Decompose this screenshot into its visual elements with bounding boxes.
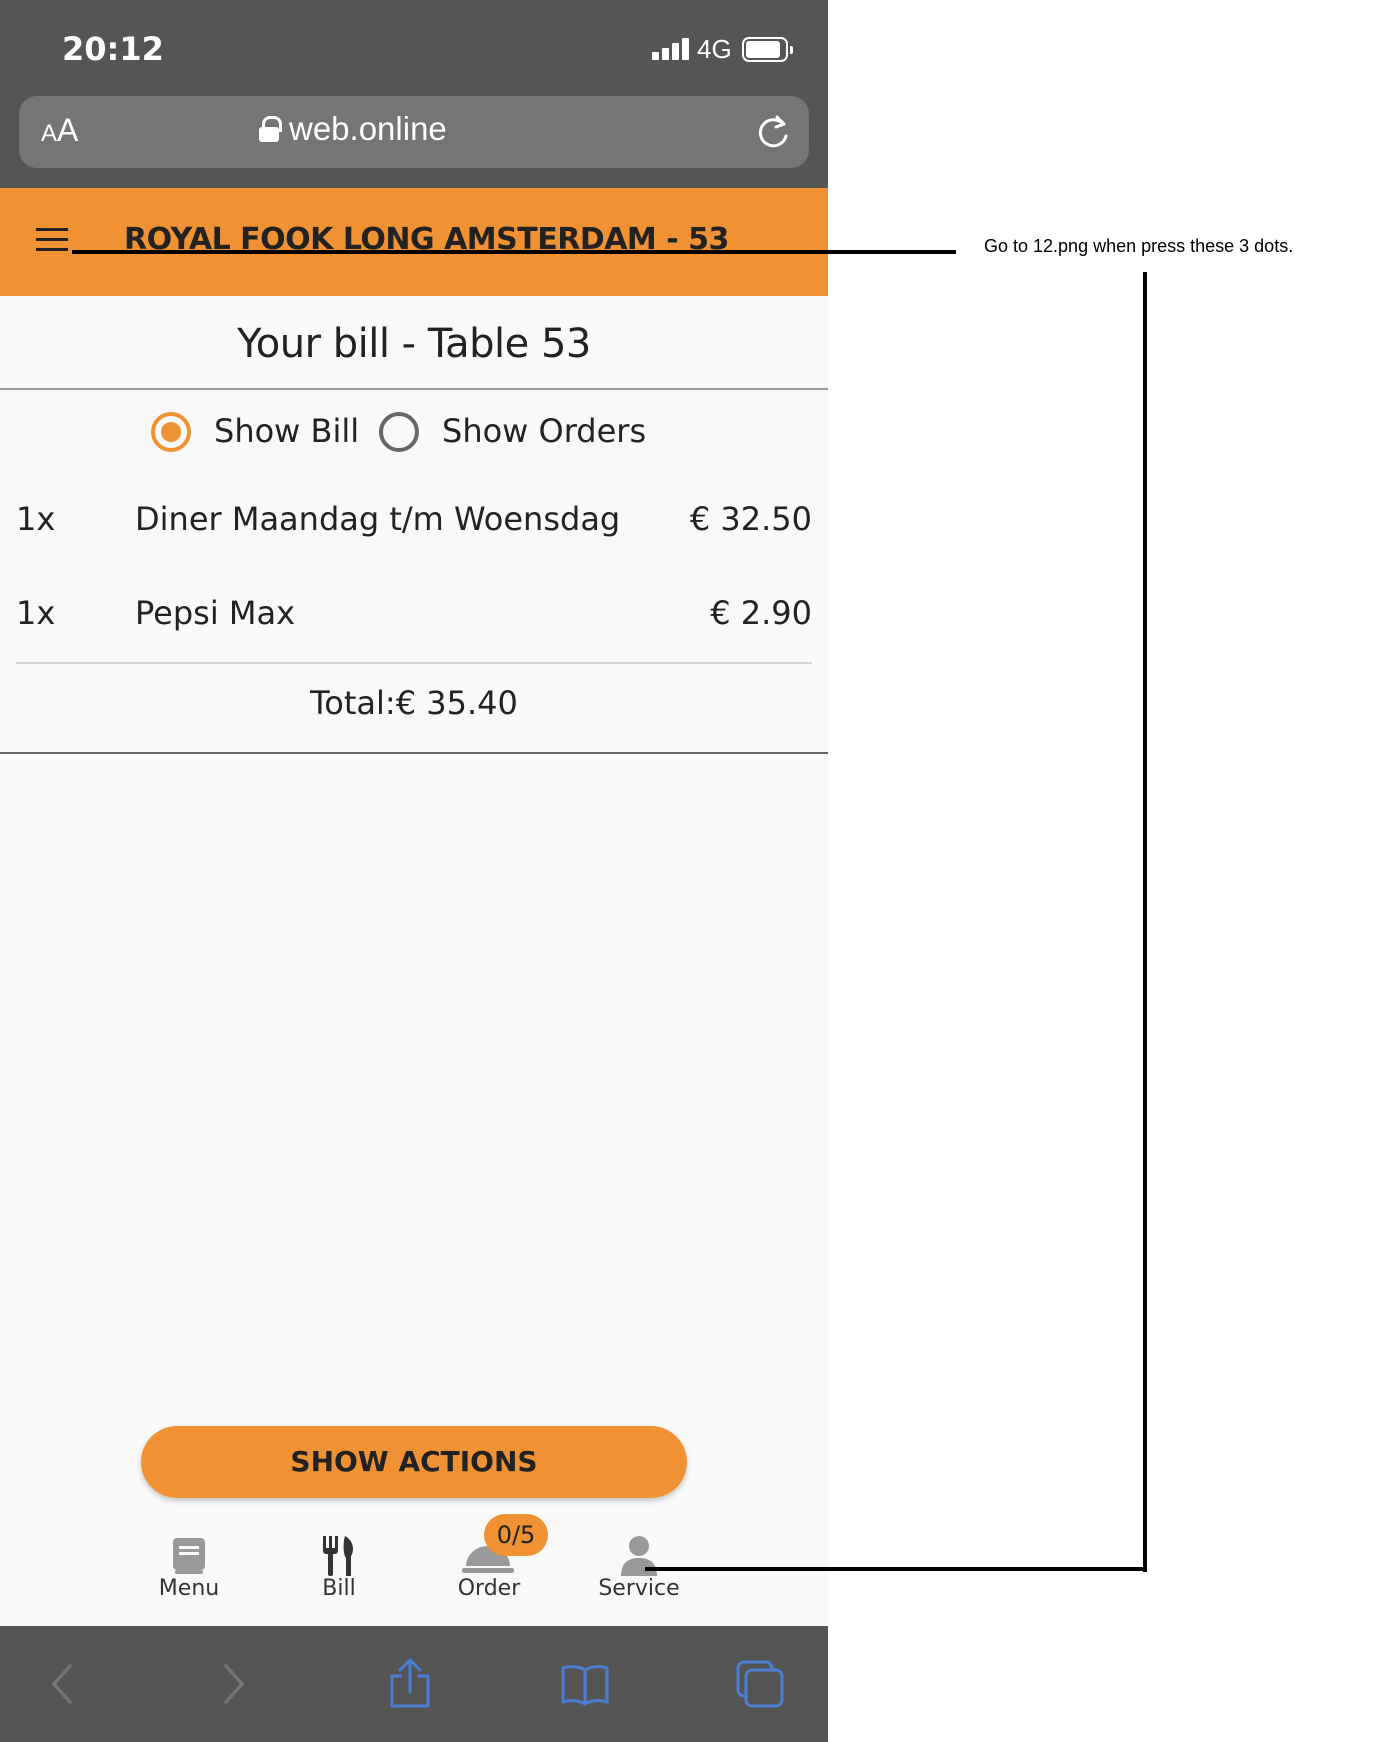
share-icon[interactable]: [382, 1656, 438, 1712]
tab-menu-label: Menu: [158, 1576, 220, 1601]
text-size-large-letter: A: [57, 112, 79, 148]
tab-service-label: Service: [598, 1576, 680, 1601]
tab-service[interactable]: Service: [574, 1520, 704, 1626]
show-orders-radio[interactable]: [379, 412, 419, 452]
status-bar: 20:12 4G AA web.online: [0, 0, 828, 188]
item-name: Pepsi Max: [135, 594, 296, 632]
show-bill-label[interactable]: Show Bill: [214, 412, 359, 450]
tab-menu[interactable]: Menu: [124, 1520, 254, 1626]
annotation-note: Go to 12.png when press these 3 dots.: [984, 236, 1294, 256]
signal-icon: [652, 38, 690, 60]
show-orders-label[interactable]: Show Orders: [442, 412, 646, 450]
view-toggle: Show Bill Show Orders: [0, 400, 828, 464]
url-text: web.online: [289, 110, 447, 147]
order-count-badge: 0/5: [484, 1514, 548, 1556]
total-divider: [0, 752, 828, 754]
bookmarks-icon[interactable]: [557, 1656, 613, 1712]
item-quantity: 1x: [16, 500, 56, 538]
reload-icon[interactable]: [753, 112, 793, 152]
back-icon[interactable]: [34, 1656, 90, 1712]
tab-bill[interactable]: Bill: [274, 1520, 404, 1626]
show-actions-button[interactable]: SHOW ACTIONS: [141, 1426, 687, 1498]
item-quantity: 1x: [16, 594, 56, 632]
bill-line-item: 1x Pepsi Max € 2.90: [0, 582, 828, 642]
bill-title: Your bill - Table 53: [0, 298, 828, 390]
cutlery-icon: [323, 1536, 353, 1576]
bill-total: Total:€ 35.40: [310, 684, 518, 722]
item-name: Diner Maandag t/m Woensdag: [135, 500, 621, 538]
canvas: 20:12 4G AA web.online ROYAL FOOK LONG A…: [0, 0, 1380, 1742]
items-divider: [16, 662, 812, 664]
safari-toolbar: [0, 1626, 828, 1742]
lock-icon: [259, 116, 282, 142]
annotation-line-vertical: [1143, 272, 1147, 1572]
bottom-tab-bar: Menu Bill Order Service: [0, 1520, 828, 1626]
phone-screen: 20:12 4G AA web.online ROYAL FOOK LONG A…: [0, 0, 828, 1742]
text-size-small-letter: A: [41, 120, 58, 147]
status-time: 20:12: [62, 30, 164, 68]
bill-line-item: 1x Diner Maandag t/m Woensdag € 32.50: [0, 488, 828, 548]
show-bill-radio[interactable]: [151, 412, 191, 452]
forward-icon[interactable]: [206, 1656, 262, 1712]
url-display[interactable]: web.online: [259, 110, 447, 148]
tab-order-label: Order: [457, 1576, 521, 1601]
battery-icon: [742, 37, 793, 62]
item-price: € 32.50: [689, 500, 812, 538]
network-type: 4G: [697, 34, 732, 64]
annotation-line-horizontal-bottom: [645, 1567, 1147, 1571]
item-price: € 2.90: [710, 594, 812, 632]
hamburger-menu-icon[interactable]: [36, 228, 68, 252]
book-icon: [173, 1538, 205, 1574]
tab-bill-label: Bill: [322, 1576, 356, 1601]
text-size-button[interactable]: AA: [41, 112, 78, 149]
tabs-icon[interactable]: [732, 1656, 788, 1712]
app-header: ROYAL FOOK LONG AMSTERDAM - 53: [0, 188, 828, 296]
address-bar[interactable]: AA web.online: [19, 96, 809, 168]
annotation-line-horizontal-top: [72, 250, 956, 254]
